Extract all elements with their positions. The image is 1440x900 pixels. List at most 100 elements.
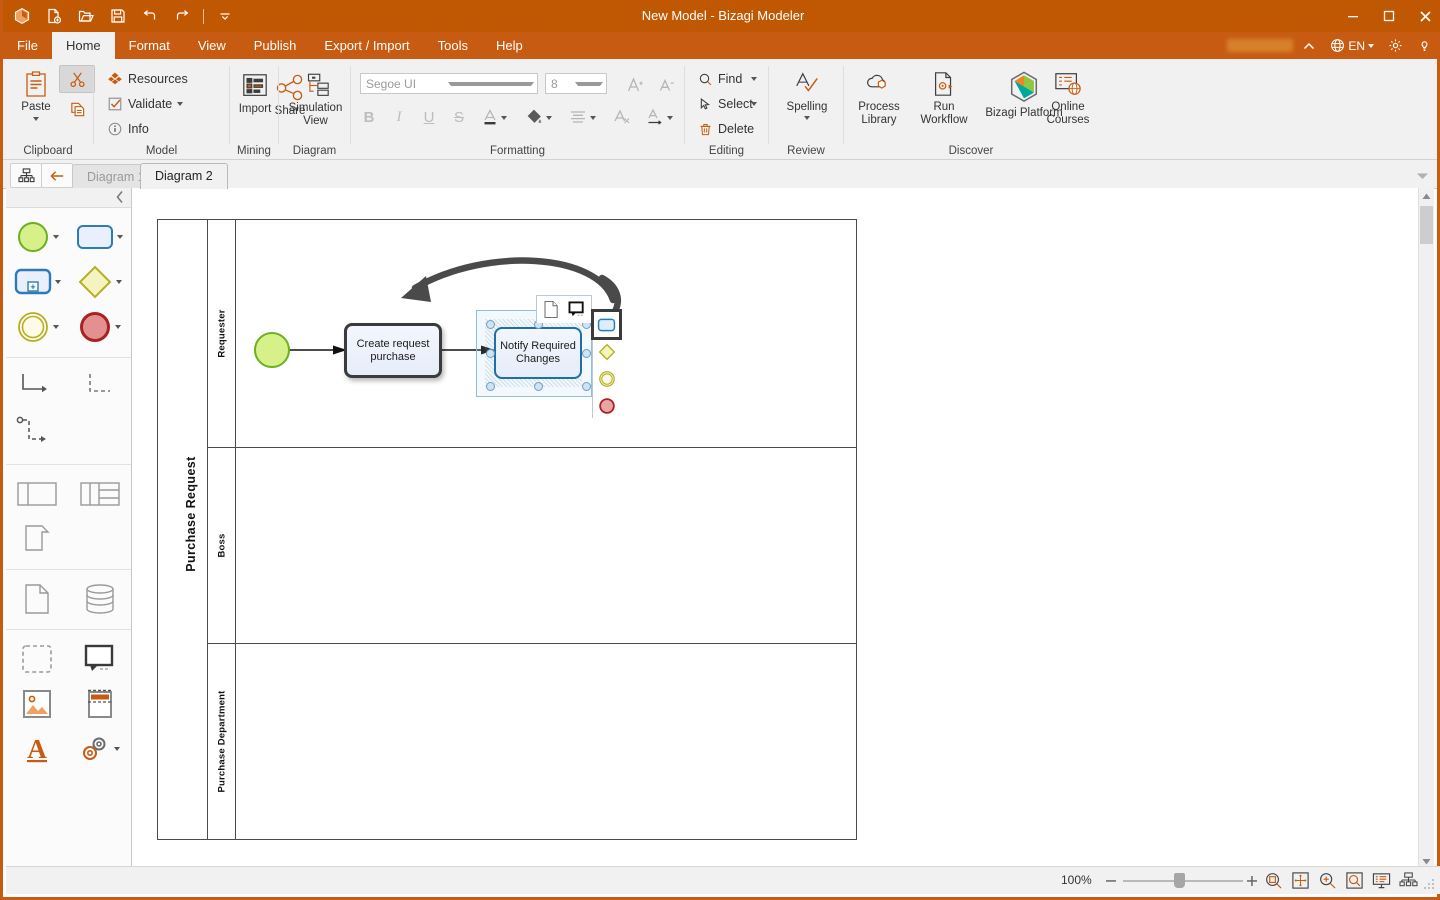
spelling-button[interactable]: Spelling (774, 65, 840, 143)
image-tool[interactable] (21, 688, 53, 720)
lane-boss[interactable]: Boss (208, 448, 857, 644)
task-tool[interactable] (76, 223, 114, 251)
model-view-button[interactable] (10, 163, 42, 188)
new-document-icon[interactable] (39, 2, 69, 30)
resize-handle-nw[interactable] (486, 320, 495, 329)
zoom-out-button[interactable] (1104, 867, 1118, 894)
chevron-down-icon[interactable] (751, 102, 757, 106)
select-button[interactable]: Select (693, 91, 758, 117)
online-courses-button[interactable]: Online Courses (1038, 65, 1098, 137)
context-toolbar-side[interactable] (591, 309, 622, 419)
fit-to-page-icon[interactable] (1262, 869, 1285, 892)
save-icon[interactable] (103, 2, 133, 30)
tab-diagram-2[interactable]: Diagram 2 (140, 163, 228, 189)
chevron-down-icon[interactable] (115, 324, 122, 329)
context-toolbar-top[interactable] (536, 295, 592, 323)
menu-item-file[interactable]: File (3, 32, 52, 59)
sequence-flow-tool[interactable] (17, 369, 57, 403)
start-event[interactable] (252, 330, 292, 375)
settings-button[interactable] (1383, 32, 1408, 59)
model-view-icon[interactable] (1397, 869, 1420, 892)
chevron-down-icon[interactable] (667, 116, 673, 120)
pool-tool[interactable] (16, 479, 58, 509)
menu-item-export-import[interactable]: Export / Import (310, 32, 423, 59)
import-button[interactable]: Import (232, 67, 278, 135)
resize-handle-s[interactable] (534, 382, 543, 391)
palette-collapse-button[interactable] (115, 190, 125, 209)
chevron-down-icon[interactable] (52, 234, 59, 239)
task-create-request-purchase[interactable]: Create request purchase (344, 323, 442, 378)
customize-qat-icon[interactable] (210, 2, 240, 30)
data-object-tool[interactable] (22, 582, 52, 616)
chevron-down-icon[interactable] (116, 279, 123, 284)
zoom-slider-thumb[interactable] (1174, 873, 1185, 888)
start-event-tool[interactable] (16, 220, 50, 254)
ctx-gateway-icon[interactable] (593, 338, 620, 365)
menu-item-help[interactable]: Help (482, 32, 537, 59)
resize-handle-se[interactable] (582, 382, 591, 391)
resize-handle-e[interactable] (582, 349, 591, 358)
italic-button[interactable]: I (384, 103, 414, 131)
artifacts-tool[interactable] (79, 734, 111, 764)
undo-icon[interactable] (135, 2, 165, 30)
copy-button[interactable] (59, 95, 95, 123)
menu-item-tools[interactable]: Tools (424, 32, 482, 59)
group-tool[interactable] (20, 643, 54, 675)
info-button[interactable]: Info (102, 116, 154, 142)
run-workflow-button[interactable]: Run Workflow (912, 65, 976, 137)
resources-button[interactable]: Resources (102, 66, 193, 92)
association-tool[interactable] (14, 414, 60, 450)
preview-icon[interactable] (1343, 869, 1366, 892)
close-button[interactable] (1407, 0, 1440, 32)
menu-item-home[interactable]: Home (51, 32, 115, 59)
menu-item-format[interactable]: Format (115, 32, 184, 59)
message-flow-tool[interactable] (80, 369, 120, 403)
scrollbar-thumb[interactable] (1420, 206, 1433, 244)
chevron-down-icon[interactable] (590, 116, 596, 120)
find-button[interactable]: Find (693, 66, 747, 92)
chevron-down-icon[interactable] (52, 324, 59, 329)
annotation-tool[interactable] (82, 643, 118, 675)
chevron-down-icon[interactable] (114, 746, 121, 751)
menu-item-view[interactable]: View (184, 32, 240, 59)
chevron-down-icon[interactable] (501, 116, 507, 120)
zoom-icon[interactable] (1316, 869, 1339, 892)
grow-font-button[interactable] (621, 70, 650, 99)
process-library-button[interactable]: Process Library (848, 65, 910, 137)
milestone-tool[interactable] (20, 522, 54, 556)
bizagi-logo-icon[interactable] (7, 2, 37, 30)
language-selector[interactable]: EN (1325, 32, 1379, 59)
ctx-data-object-icon[interactable] (537, 296, 564, 323)
resize-handle-sw[interactable] (486, 382, 495, 391)
data-store-tool[interactable] (83, 583, 117, 615)
collapse-ribbon-button[interactable] (1297, 32, 1321, 59)
ctx-intermediate-event-icon[interactable] (593, 365, 620, 392)
chevron-down-icon[interactable] (751, 77, 757, 81)
back-button[interactable] (41, 163, 73, 188)
lane-tool[interactable] (79, 479, 121, 509)
diagram-canvas[interactable]: Purchase Request Requester Boss Purchase… (132, 188, 1422, 870)
fill-color-button[interactable] (519, 103, 549, 131)
simulation-view-button[interactable]: Simulation View (281, 67, 350, 139)
subprocess-tool[interactable] (14, 267, 52, 297)
maximize-button[interactable] (1371, 0, 1407, 32)
underline-button[interactable]: U (414, 103, 444, 131)
strikethrough-button[interactable]: S (444, 103, 474, 131)
ctx-annotation-icon[interactable] (564, 296, 591, 323)
shrink-font-button[interactable] (652, 70, 681, 99)
end-event-tool[interactable] (78, 310, 112, 344)
canvas-vertical-scrollbar[interactable] (1418, 188, 1434, 870)
gateway-tool[interactable] (77, 264, 113, 300)
delete-button[interactable]: Delete (693, 116, 759, 142)
fit-to-window-icon[interactable] (1289, 869, 1312, 892)
resize-handle-w[interactable] (486, 349, 495, 358)
chevron-down-icon[interactable] (546, 116, 552, 120)
chevron-down-icon[interactable] (117, 234, 124, 239)
minimize-button[interactable] (1335, 0, 1371, 32)
scroll-up-arrow-icon[interactable] (1419, 188, 1434, 205)
ctx-end-event-icon[interactable] (593, 392, 620, 419)
open-folder-icon[interactable] (71, 2, 101, 30)
text-tool[interactable]: A (22, 733, 52, 765)
task-notify-required-changes[interactable]: Notify Required Changes (494, 327, 582, 379)
zoom-in-button[interactable] (1245, 867, 1259, 894)
